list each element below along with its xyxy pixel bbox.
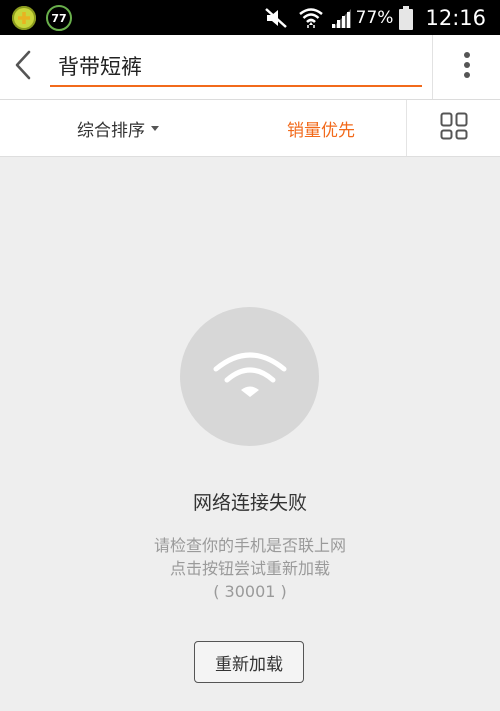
error-code: ( 30001 ) [213,582,287,601]
sort-bar: 综合排序 销量优先 [0,100,500,157]
error-title: 网络连接失败 [192,492,307,514]
wifi-icon [298,6,324,30]
sort-default-label: 综合排序 [77,120,145,141]
search-input[interactable]: 背带短裤 [50,47,422,87]
signal-icon [330,7,352,29]
status-bar-system: 77% 12:16 [264,0,486,35]
view-toggle-button[interactable] [407,100,500,156]
clock: 12:16 [425,5,486,30]
back-arrow-icon [13,49,33,85]
search-header: 背带短裤 [0,35,500,100]
sort-sales-tab[interactable]: 销量优先 [236,100,406,156]
mute-icon [264,6,290,30]
status-bar-notifications: 77 [12,5,72,31]
network-error-illustration [180,307,319,446]
error-message: 请检查你的手机是否联上网 [153,536,346,555]
grid-view-icon [440,112,468,144]
notification-badge: 77 [46,5,72,31]
chevron-down-icon [151,125,159,131]
back-button[interactable] [0,35,46,99]
sort-default-tab[interactable]: 综合排序 [0,100,236,156]
error-hint: 点击按钮尝试重新加载 [169,559,330,578]
battery-percentage: 77% [355,7,394,28]
reload-button[interactable]: 重新加载 [194,641,304,683]
wifi-icon [212,347,288,407]
more-options-button[interactable] [433,35,500,99]
status-bar: 77 77% 12:16 [0,0,500,35]
battery-icon [399,5,414,30]
more-vertical-icon [463,51,471,83]
sort-sales-label: 销量优先 [287,120,355,141]
360-security-icon [12,6,36,30]
